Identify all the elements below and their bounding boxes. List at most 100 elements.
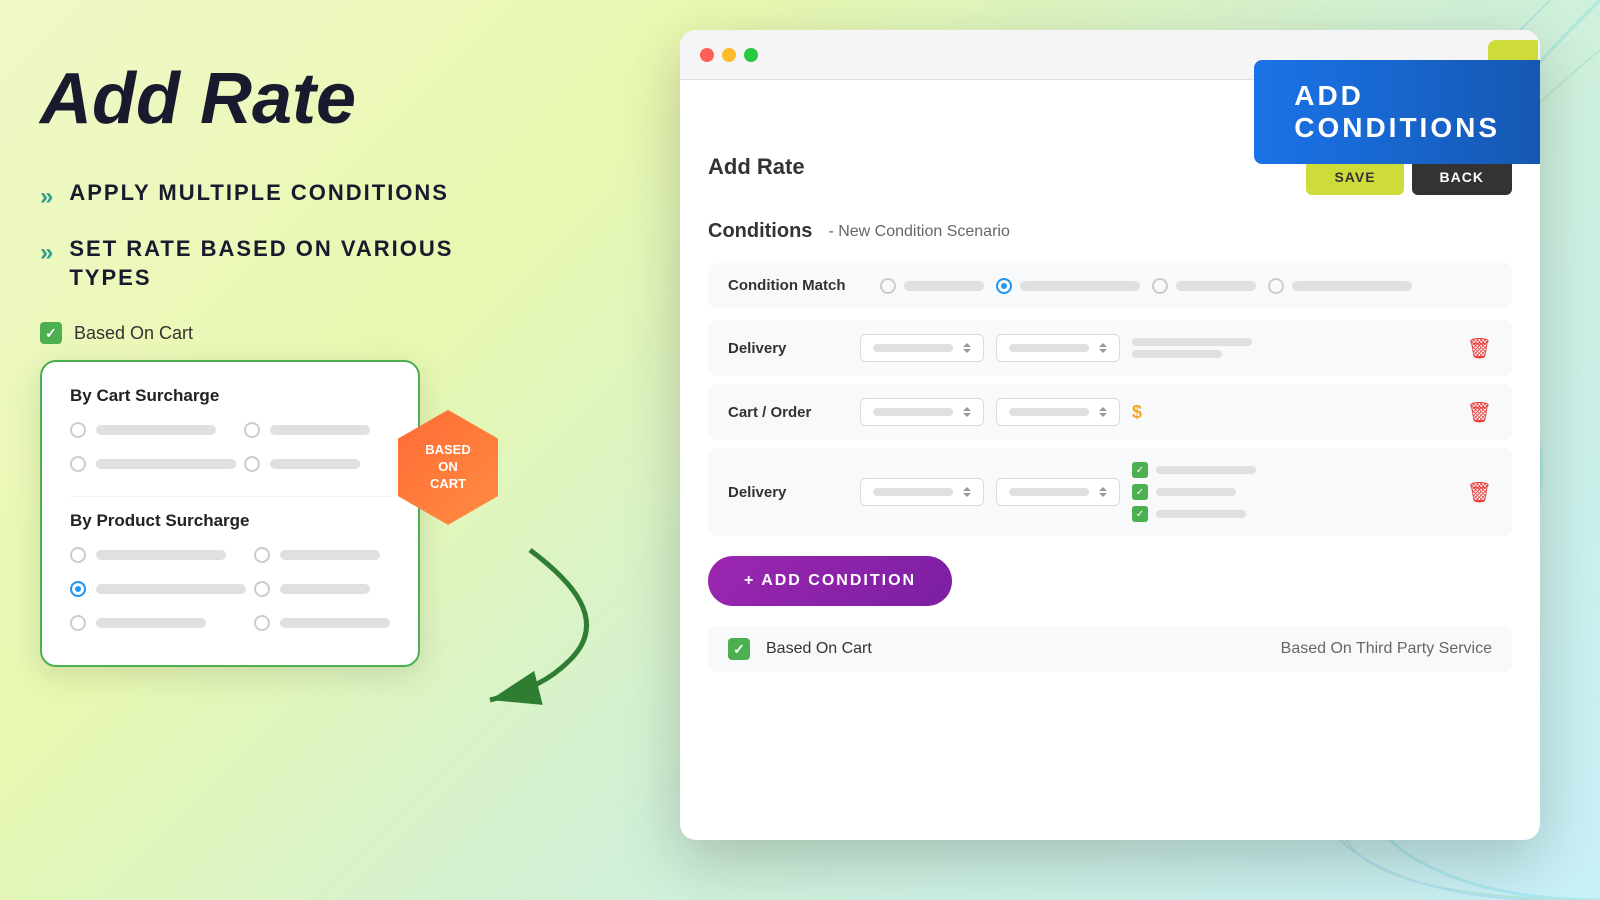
delivery-text-lines-1	[1132, 338, 1252, 358]
based-on-cart-label: Based On Cart	[74, 323, 193, 344]
window-minimize-dot[interactable]	[722, 48, 736, 62]
arrow-up-icon-6	[1099, 487, 1107, 491]
delivery2-select-1[interactable]	[860, 478, 984, 506]
based-on-cart-checkbox-browser[interactable]	[728, 638, 750, 660]
delete-button-2[interactable]: 🗑	[1467, 400, 1492, 425]
radio-row-6	[254, 547, 390, 563]
window-maximize-dot[interactable]	[744, 48, 758, 62]
radio-9[interactable]	[70, 615, 86, 631]
select-line-5	[873, 488, 953, 496]
select-line-6	[1009, 488, 1089, 496]
delivery-select-1[interactable]	[860, 334, 984, 362]
delivery2-select-2[interactable]	[996, 478, 1120, 506]
radio-match-line-4	[1292, 281, 1412, 291]
arrow-down-icon-3	[963, 413, 971, 417]
delete-button-3[interactable]: 🗑	[1467, 480, 1492, 505]
arrow-up-icon-5	[963, 487, 971, 491]
radio-1[interactable]	[70, 422, 86, 438]
radio-2[interactable]	[244, 422, 260, 438]
radio-line-9	[96, 618, 206, 628]
select-line-4	[1009, 408, 1089, 416]
delivery-row-1: Delivery 🗑	[708, 320, 1512, 376]
hex-shape: BASED ON CART	[398, 410, 498, 525]
select-arrow-1	[963, 343, 971, 353]
arrow-up-icon-4	[1099, 407, 1107, 411]
radio-10[interactable]	[254, 615, 270, 631]
delivery-label-1: Delivery	[728, 340, 848, 357]
radio-row-1	[70, 422, 236, 438]
condition-match-row: Condition Match	[708, 263, 1512, 308]
radio-row-5	[70, 547, 246, 563]
radio-row-8	[254, 581, 390, 597]
browser-window: ADD CONDITIONS Add Rate SAVE BACK Condit…	[680, 30, 1540, 840]
radio-option-3	[1152, 278, 1256, 294]
radio-line-5	[96, 550, 226, 560]
radio-option-4	[1268, 278, 1412, 294]
hex-badge: BASED ON CART	[398, 412, 498, 522]
radio-match-1[interactable]	[880, 278, 896, 294]
checkbox-small-1[interactable]	[1132, 462, 1148, 478]
left-panel: Add Rate » APPLY MULTIPLE CONDITIONS » S…	[40, 60, 540, 667]
cb-item-1	[1132, 462, 1256, 478]
based-on-cart-row: Based On Cart Based On Third Party Servi…	[708, 626, 1512, 672]
bullet-item-2: » SET RATE BASED ON VARIOUS TYPES	[40, 235, 540, 292]
checkbox-small-2[interactable]	[1132, 484, 1148, 500]
radio-row-10	[254, 615, 390, 631]
radio-line-6	[280, 550, 380, 560]
back-button[interactable]: BACK	[1412, 159, 1512, 195]
arrow-down-icon-5	[963, 493, 971, 497]
browser-title: Add Rate	[708, 154, 805, 180]
radio-8[interactable]	[254, 581, 270, 597]
radio-row-4	[244, 456, 390, 472]
cart-order-row: Cart / Order $ 🗑	[708, 384, 1512, 440]
based-on-cart-checkbox-row: Based On Cart	[40, 322, 540, 344]
cb-text-3	[1156, 510, 1246, 518]
select-line-1	[873, 344, 953, 352]
section1-title: By Cart Surcharge	[70, 386, 390, 406]
conditions-subtitle: - New Condition Scenario	[828, 223, 1009, 241]
radio-match-line-2	[1020, 281, 1140, 291]
cart-order-select-2[interactable]	[996, 398, 1120, 426]
radio-row-7	[70, 581, 246, 597]
radio-line-7	[96, 584, 246, 594]
arrow-down-icon-4	[1099, 413, 1107, 417]
arrow-up-icon-2	[1099, 343, 1107, 347]
arrow-up-icon	[963, 343, 971, 347]
header-buttons: SAVE BACK	[1306, 159, 1512, 195]
cart-order-select-1[interactable]	[860, 398, 984, 426]
card-divider	[70, 496, 390, 497]
delivery-row-2: Delivery	[708, 448, 1512, 536]
based-on-cart-checkbox[interactable]	[40, 322, 62, 344]
bullet-text-2: SET RATE BASED ON VARIOUS TYPES	[69, 235, 540, 292]
radio-3[interactable]	[70, 456, 86, 472]
radio-6[interactable]	[254, 547, 270, 563]
select-line-2	[1009, 344, 1089, 352]
radio-5[interactable]	[70, 547, 86, 563]
conditions-header: Conditions - New Condition Scenario	[708, 220, 1512, 243]
popup-card: By Cart Surcharge By Product Surcharge	[40, 360, 420, 667]
cb-item-2	[1132, 484, 1256, 500]
radio-match-3[interactable]	[1152, 278, 1168, 294]
add-condition-button[interactable]: + ADD CONDITION	[708, 556, 952, 606]
radio-4[interactable]	[244, 456, 260, 472]
checkbox-small-3[interactable]	[1132, 506, 1148, 522]
radio-match-4[interactable]	[1268, 278, 1284, 294]
chevron-icon-2: »	[40, 239, 53, 267]
delete-button-1[interactable]: 🗑	[1467, 336, 1492, 361]
radio-option-1	[880, 278, 984, 294]
add-conditions-banner[interactable]: ADD CONDITIONS	[1254, 60, 1540, 164]
window-close-dot[interactable]	[700, 48, 714, 62]
select-arrow-2	[1099, 343, 1107, 353]
section2-options	[70, 547, 390, 641]
delivery-select-2[interactable]	[996, 334, 1120, 362]
select-line-3	[873, 408, 953, 416]
save-button[interactable]: SAVE	[1306, 159, 1403, 195]
radio-7-selected[interactable]	[70, 581, 86, 597]
radio-row-9	[70, 615, 246, 631]
conditions-title: Conditions	[708, 220, 812, 243]
add-conditions-text: ADD CONDITIONS	[1294, 80, 1500, 144]
cb-text-2	[1156, 488, 1236, 496]
radio-match-2-selected[interactable]	[996, 278, 1012, 294]
text-line-1	[1132, 338, 1252, 346]
browser-content: Add Rate SAVE BACK Conditions - New Cond…	[680, 80, 1540, 840]
